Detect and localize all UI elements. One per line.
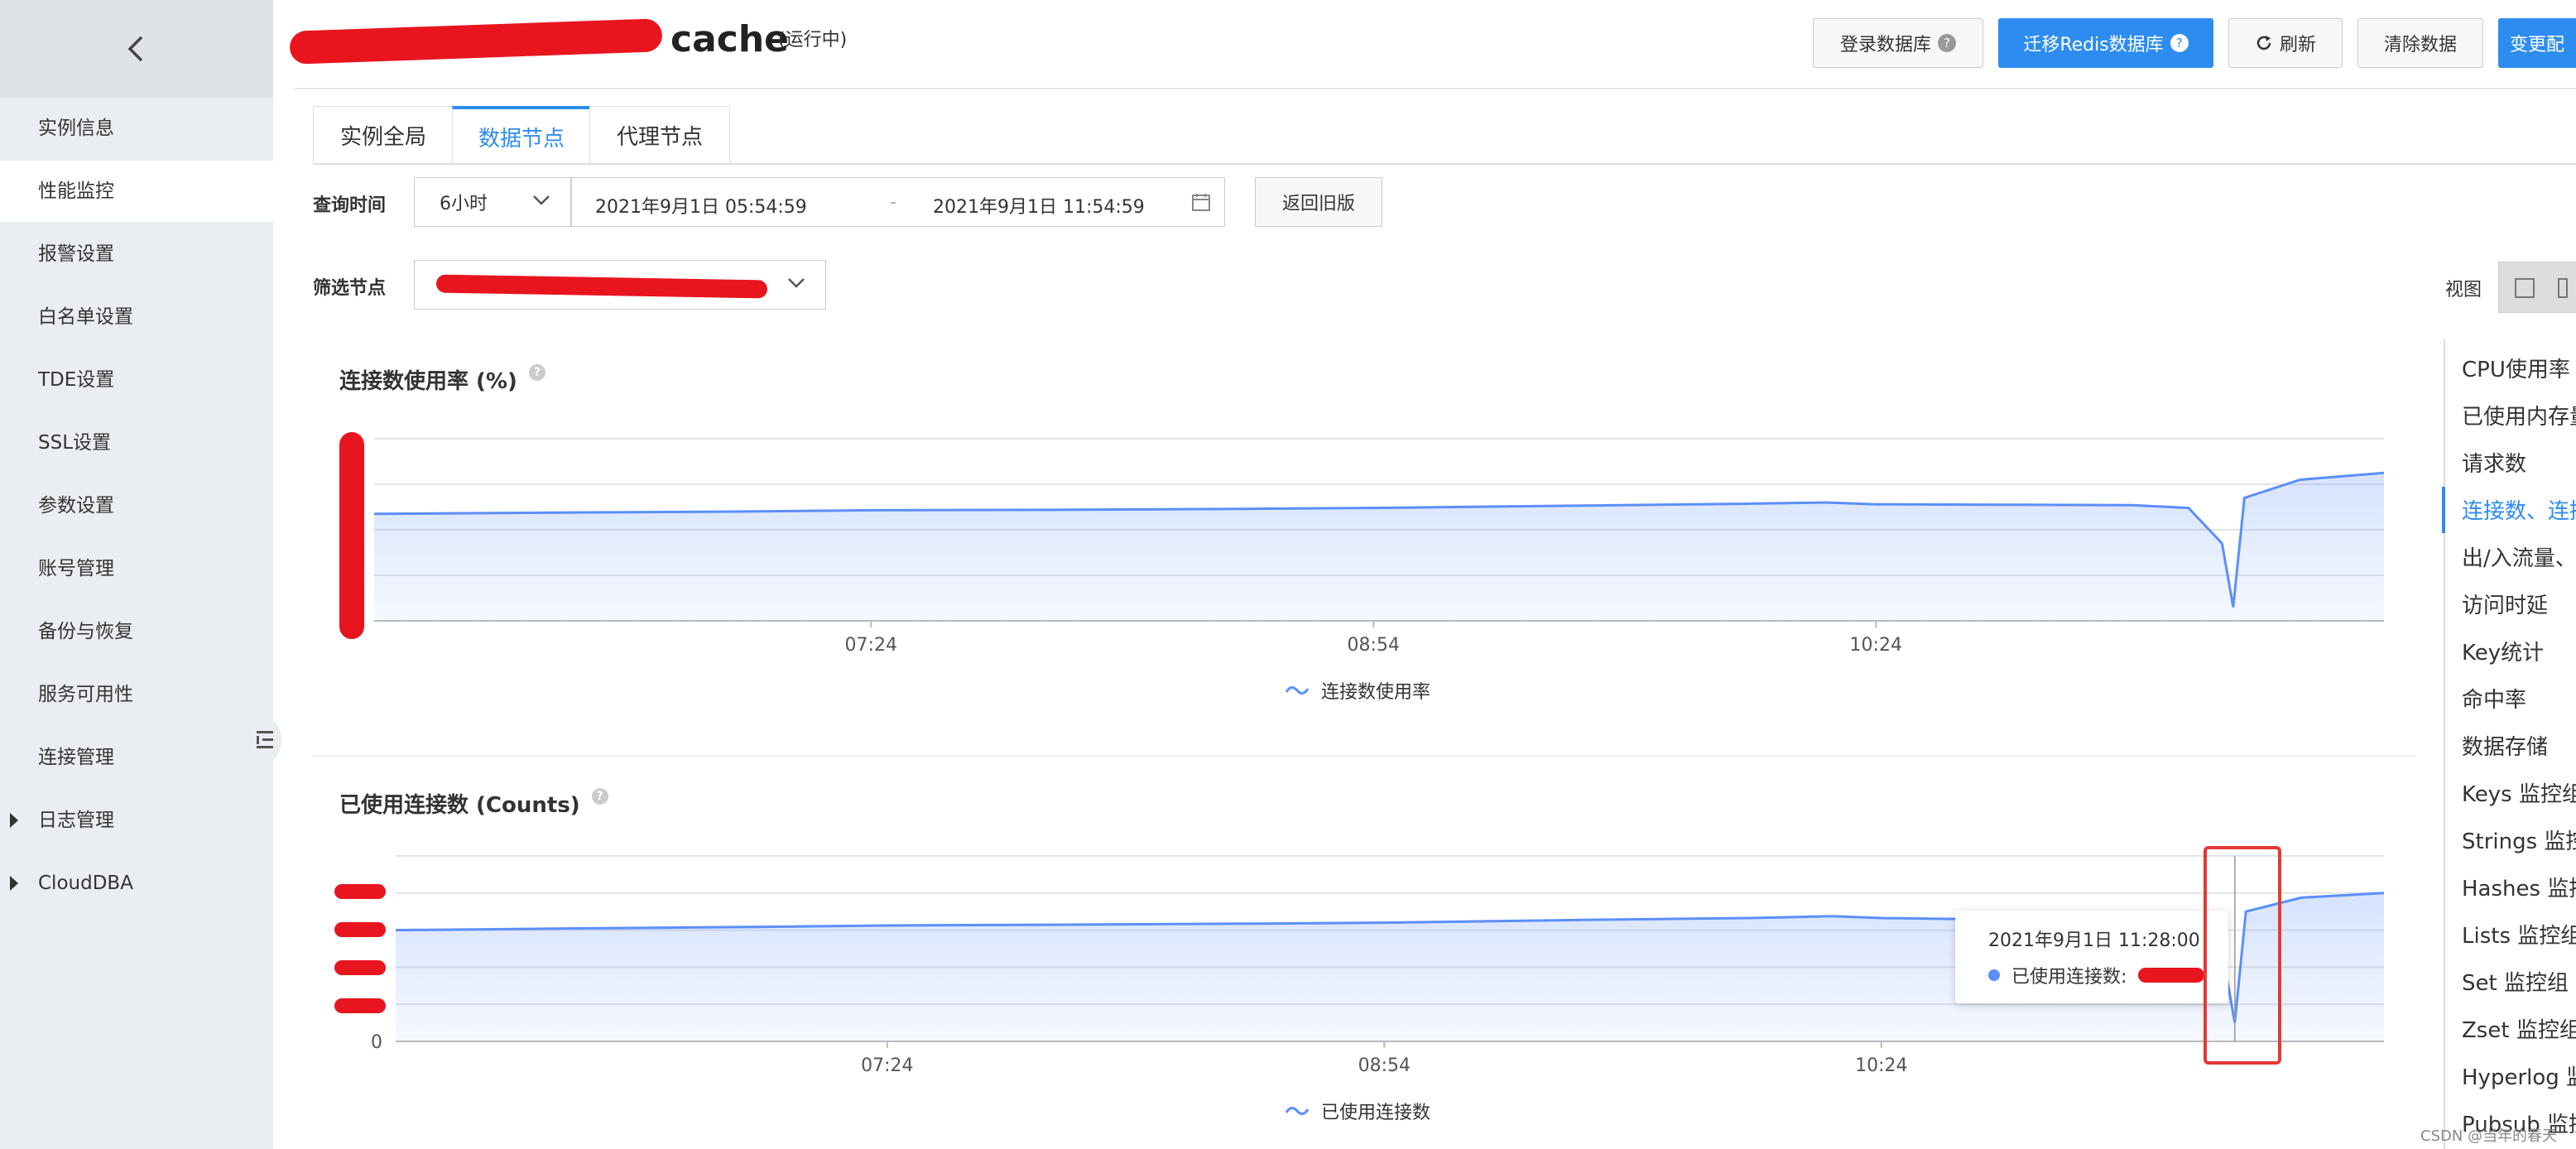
line-legend-icon [1285, 1107, 1310, 1115]
right-nav-track [2444, 339, 2445, 1149]
right-nav-item[interactable]: 请求数 [2462, 447, 2526, 478]
right-nav-item[interactable]: Lists 监控组 [2462, 919, 2576, 949]
right-nav-active-indicator [2442, 487, 2445, 533]
x-tick-label: 08:54 [1358, 1055, 1411, 1076]
right-nav-item[interactable]: Hyperlog 监 [2462, 1060, 2576, 1091]
right-nav-item[interactable]: Hashes 监控 [2462, 872, 2576, 902]
right-nav-item[interactable]: Key统计 [2462, 636, 2544, 666]
redacted-value [2138, 968, 2205, 983]
series-dot-icon [1988, 969, 2000, 981]
right-nav-item[interactable]: 数据存储 [2462, 730, 2548, 761]
right-nav-item[interactable]: 命中率 [2462, 683, 2526, 714]
chart-tooltip: 2021年9月1日 11:28:00 已使用连接数: [1955, 911, 2228, 1003]
chart-legend-used-connections[interactable]: 已使用连接数 [1285, 1098, 1430, 1124]
x-tick-label: 10:24 [1855, 1055, 1907, 1076]
right-nav-item[interactable]: Strings 监控 [2462, 824, 2576, 855]
tooltip-time: 2021年9月1日 11:28:00 [1988, 930, 2200, 951]
right-nav-item[interactable]: Zset 监控组 [2462, 1013, 2576, 1044]
tooltip-label: 已使用连接数: [2011, 967, 2127, 988]
right-nav-item[interactable]: CPU使用率 [2462, 353, 2570, 383]
tooltip-row: 已使用连接数: [1988, 962, 2228, 988]
anomaly-highlight-box [2204, 846, 2281, 1065]
right-nav-item[interactable]: 出/入流量、 [2462, 541, 2576, 572]
y-tick-label: 0 [371, 1032, 382, 1053]
right-nav-item[interactable]: 连接数、连接 [2462, 494, 2576, 525]
right-nav-item[interactable]: Keys 监控组 [2462, 777, 2576, 808]
right-nav-item[interactable]: 访问时延 [2462, 589, 2548, 619]
x-tick-label: 07:24 [861, 1055, 913, 1076]
watermark: CSDN @当年的春天 [2420, 1127, 2558, 1145]
right-nav-item[interactable]: Set 监控组 [2462, 966, 2569, 997]
right-nav-item[interactable]: 已使用内存量 [2462, 400, 2576, 430]
legend-label: 已使用连接数 [1321, 1103, 1431, 1123]
